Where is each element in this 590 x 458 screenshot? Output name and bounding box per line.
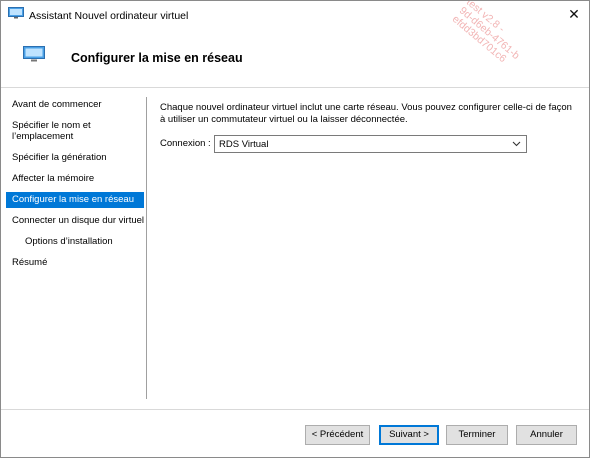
step-before-you-begin[interactable]: Avant de commencer xyxy=(1,97,146,113)
step-summary[interactable]: Résumé xyxy=(1,255,146,271)
step-virtual-hard-disk[interactable]: Connecter un disque dur virtuel xyxy=(1,213,146,229)
connection-select[interactable]: RDS Virtual xyxy=(214,135,527,153)
wizard-window: Assistant Nouvel ordinateur virtuel ✕ Co… xyxy=(0,0,590,458)
connection-label: Connexion : xyxy=(160,138,211,149)
step-memory[interactable]: Affecter la mémoire xyxy=(1,171,146,187)
page-header: Configurer la mise en réseau xyxy=(1,29,589,87)
networking-panel: Chaque nouvel ordinateur virtuel inclut … xyxy=(160,102,575,153)
previous-button[interactable]: < Précédent xyxy=(305,425,370,445)
finish-button[interactable]: Terminer xyxy=(446,425,508,445)
close-button[interactable]: ✕ xyxy=(563,5,585,23)
header-divider xyxy=(1,87,589,88)
connection-select-value: RDS Virtual xyxy=(219,139,269,150)
step-generation[interactable]: Spécifier la génération xyxy=(1,150,146,166)
connection-row: Connexion : RDS Virtual xyxy=(160,135,540,153)
close-icon: ✕ xyxy=(568,6,580,22)
step-installation-options[interactable]: Options d’installation xyxy=(1,234,146,250)
page-title: Configurer la mise en réseau xyxy=(71,51,243,65)
cancel-button[interactable]: Annuler xyxy=(516,425,577,445)
networking-description: Chaque nouvel ordinateur virtuel inclut … xyxy=(160,102,572,125)
window-title: Assistant Nouvel ordinateur virtuel xyxy=(29,10,189,22)
wizard-steps: Avant de commencer Spécifier le nom et l… xyxy=(1,97,146,276)
step-name-location[interactable]: Spécifier le nom et l’emplacement xyxy=(1,118,146,145)
virtual-machine-icon xyxy=(23,46,45,62)
next-button[interactable]: Suivant > xyxy=(379,425,439,445)
chevron-down-icon xyxy=(512,139,521,149)
sidebar-divider xyxy=(146,97,147,399)
step-networking[interactable]: Configurer la mise en réseau xyxy=(6,192,144,208)
virtual-machine-icon xyxy=(8,7,24,19)
title-bar: Assistant Nouvel ordinateur virtuel ✕ xyxy=(1,1,589,29)
footer-divider xyxy=(1,409,589,410)
